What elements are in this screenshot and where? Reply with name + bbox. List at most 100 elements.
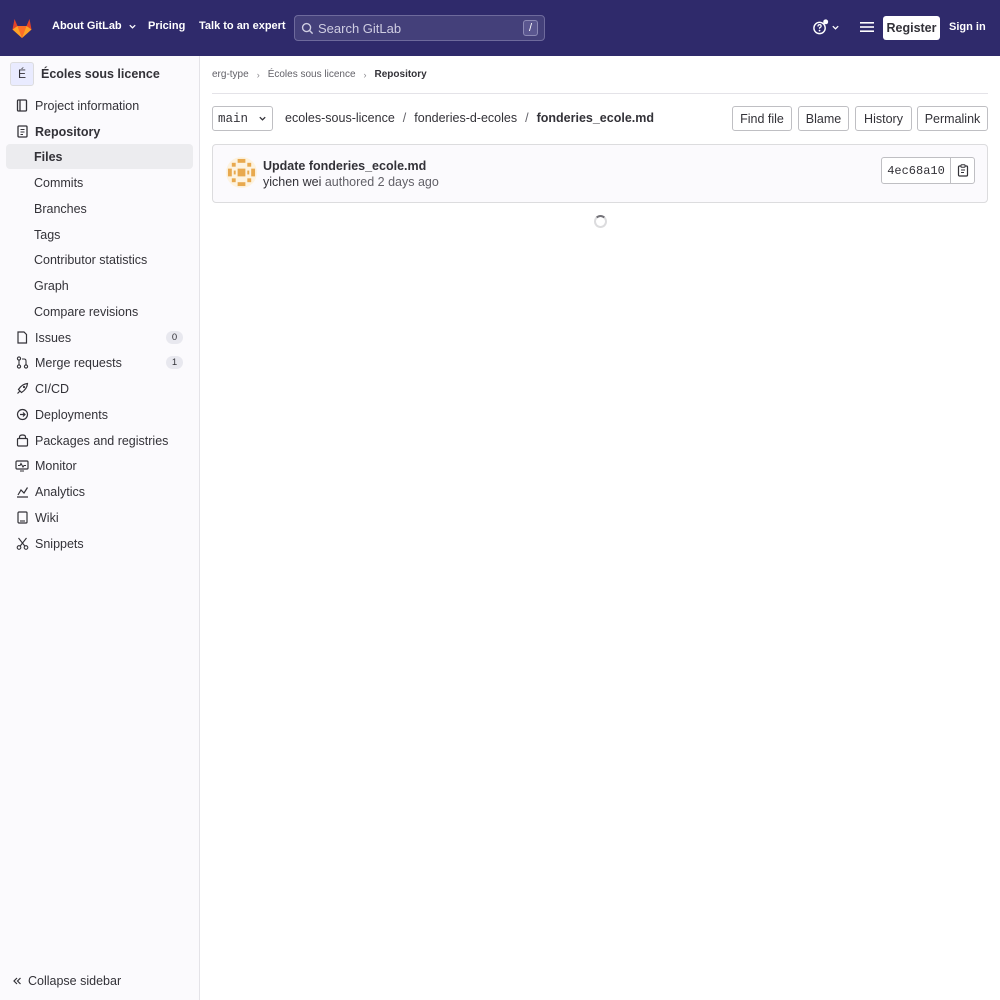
sidebar-item-project-information[interactable]: Project information	[6, 93, 193, 118]
sidebar-item-label: Branches	[34, 201, 87, 216]
sidebar-item-label: Project information	[35, 98, 140, 113]
project-header[interactable]: É Écoles sous licence	[10, 62, 160, 86]
register-button[interactable]: Register	[883, 16, 940, 40]
sidebar-item-repository[interactable]: Repository	[6, 119, 193, 144]
sidebar-item-branches[interactable]: Branches	[6, 196, 193, 221]
chevron-down-icon	[129, 24, 136, 29]
branch-selector[interactable]: main	[212, 106, 273, 131]
talk-to-expert-link[interactable]: Talk to an expert	[199, 20, 286, 32]
sidebar-item-merge-requests[interactable]: Merge requests 1	[6, 350, 193, 375]
sidebar-item-label: Issues	[35, 330, 72, 345]
sidebar-item-issues[interactable]: Issues 0	[6, 325, 193, 350]
top-navbar: About GitLab Pricing Talk to an expert /…	[0, 0, 1000, 56]
clipboard-icon	[957, 164, 968, 177]
merge-request-icon	[15, 356, 29, 370]
sidebar-item-tags[interactable]: Tags	[6, 222, 193, 247]
breadcrumb-item[interactable]: erg-type	[212, 69, 249, 80]
find-file-button[interactable]: Find file	[732, 106, 792, 131]
copy-sha-button[interactable]	[951, 158, 974, 183]
issues-icon	[15, 331, 29, 345]
about-gitlab-label: About GitLab	[52, 20, 122, 32]
gitlab-logo-icon[interactable]	[10, 16, 34, 40]
sidebar-item-deployments[interactable]: Deployments	[6, 402, 193, 427]
merge-requests-count-badge: 1	[166, 356, 183, 369]
breadcrumb-current[interactable]: Repository	[375, 69, 427, 80]
path-segment[interactable]: fonderies-d-ecoles	[414, 111, 517, 125]
sidebar-item-label: CI/CD	[35, 381, 70, 396]
project-book-icon	[15, 99, 29, 113]
project-name: Écoles sous licence	[41, 67, 160, 81]
sidebar-item-label: Compare revisions	[34, 304, 139, 319]
issues-count-badge: 0	[166, 331, 183, 344]
sidebar-item-wiki[interactable]: Wiki	[6, 505, 193, 530]
commit-authored-time: authored 2 days ago	[321, 175, 439, 189]
sidebar-item-label: Monitor	[35, 458, 77, 473]
sidebar-item-analytics[interactable]: Analytics	[6, 479, 193, 504]
search-shortcut-key: /	[522, 20, 538, 36]
chevron-right-icon: ›	[256, 69, 260, 80]
avatar[interactable]	[226, 157, 257, 188]
help-dropdown[interactable]	[812, 19, 840, 36]
scissors-icon	[15, 537, 29, 551]
sidebar-item-snippets[interactable]: Snippets	[6, 531, 193, 556]
double-chevron-left-icon	[13, 977, 21, 985]
branch-name: main	[217, 111, 248, 126]
loading-spinner-icon	[594, 215, 607, 228]
search-input[interactable]	[318, 20, 523, 36]
last-commit-panel: Update fonderies_ecole.md yichen wei aut…	[212, 144, 988, 203]
sidebar-item-label: Repository	[35, 124, 101, 139]
package-icon	[15, 434, 29, 448]
menu-icon[interactable]	[859, 20, 875, 34]
path-segment[interactable]: ecoles-sous-licence	[285, 111, 395, 125]
pricing-link[interactable]: Pricing	[148, 20, 185, 32]
chart-icon	[15, 485, 29, 499]
commit-author[interactable]: yichen wei	[263, 175, 321, 189]
monitor-icon	[15, 459, 29, 473]
about-gitlab-dropdown[interactable]: About GitLab	[52, 20, 137, 32]
blame-button[interactable]: Blame	[798, 106, 849, 131]
sidebar-item-label: Files	[34, 149, 63, 164]
sidebar-item-label: Wiki	[35, 510, 59, 525]
chevron-down-icon	[259, 116, 266, 121]
sidebar-item-commits[interactable]: Commits	[6, 170, 193, 195]
sidebar-item-graph[interactable]: Graph	[6, 273, 193, 298]
sign-in-link[interactable]: Sign in	[949, 21, 986, 33]
commit-meta: yichen wei authored 2 days ago	[263, 175, 439, 189]
rocket-icon	[15, 382, 29, 396]
collapse-sidebar-button[interactable]: Collapse sidebar	[12, 974, 121, 988]
sidebar-item-label: Analytics	[35, 484, 86, 499]
deployments-icon	[15, 408, 29, 422]
sidebar-item-label: Contributor statistics	[34, 252, 148, 267]
sidebar-item-packages-registries[interactable]: Packages and registries	[6, 428, 193, 453]
sidebar-item-compare-revisions[interactable]: Compare revisions	[6, 299, 193, 324]
sidebar-item-monitor[interactable]: Monitor	[6, 453, 193, 478]
sidebar-item-label: Merge requests	[35, 355, 122, 370]
path-separator: /	[525, 111, 529, 125]
sidebar-item-cicd[interactable]: CI/CD	[6, 376, 193, 401]
history-button[interactable]: History	[855, 106, 912, 131]
path-separator: /	[402, 111, 407, 125]
sidebar-item-label: Tags	[34, 227, 61, 242]
sidebar-item-label: Snippets	[35, 536, 84, 551]
breadcrumb-item[interactable]: Écoles sous licence	[268, 69, 356, 80]
breadcrumb: erg-type › Écoles sous licence › Reposit…	[212, 69, 427, 80]
sidebar-item-label: Graph	[34, 278, 69, 293]
sidebar-item-label: Deployments	[35, 407, 108, 422]
sidebar: É Écoles sous licence Project informatio…	[0, 56, 200, 1000]
commit-title[interactable]: Update fonderies_ecole.md	[263, 159, 426, 173]
sidebar-item-contributor-statistics[interactable]: Contributor statistics	[6, 247, 193, 272]
document-icon	[15, 125, 29, 139]
sidebar-item-label: Packages and registries	[35, 433, 169, 448]
path-current-file[interactable]: fonderies_ecole.md	[537, 111, 654, 125]
divider	[212, 93, 988, 94]
chevron-right-icon: ›	[363, 69, 367, 80]
commit-sha-group: 4ec68a10	[881, 157, 975, 184]
commit-sha[interactable]: 4ec68a10	[882, 158, 951, 183]
search-box[interactable]: /	[294, 15, 545, 41]
collapse-sidebar-label: Collapse sidebar	[28, 974, 122, 988]
file-path: ecoles-sous-licence / fonderies-d-ecoles…	[285, 111, 654, 125]
sidebar-item-files[interactable]: Files	[6, 144, 193, 169]
permalink-button[interactable]: Permalink	[917, 106, 988, 131]
help-icon	[813, 19, 829, 35]
sidebar-item-label: Commits	[34, 175, 84, 190]
